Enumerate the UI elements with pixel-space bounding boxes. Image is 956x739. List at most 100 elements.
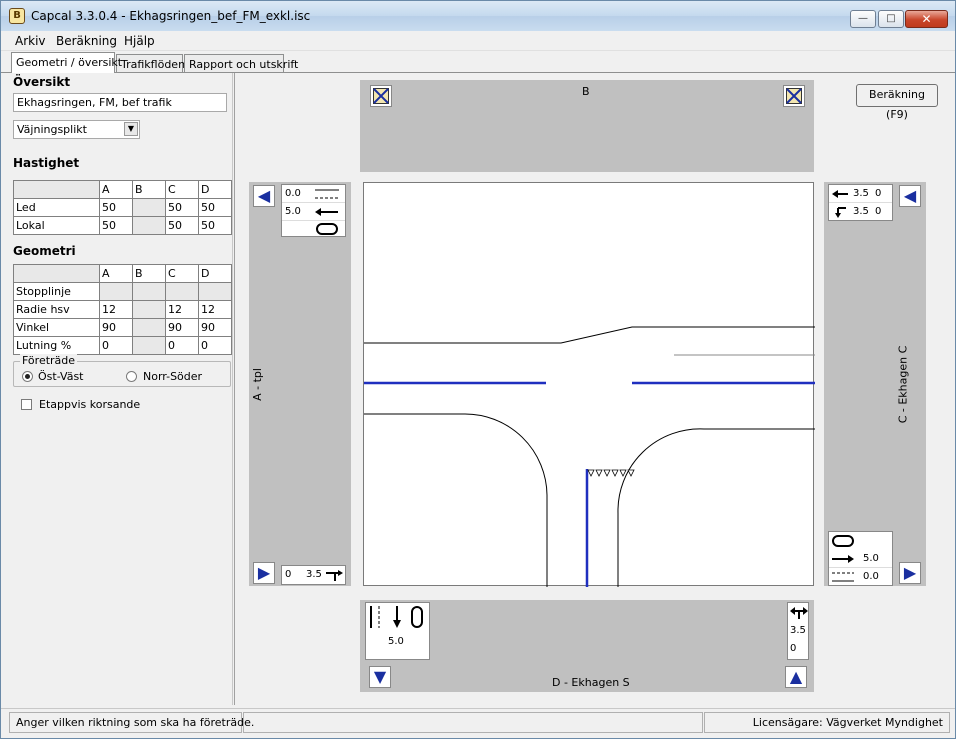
lane-value: 5.0 — [285, 206, 301, 217]
close-button[interactable]: ✕ — [905, 10, 948, 28]
menu-bar: Arkiv Beräkning Hjälp — [1, 31, 955, 51]
priority-label-ost-vast[interactable]: Öst-Väst — [38, 370, 83, 383]
geometry-cell[interactable]: 90 — [165, 318, 199, 337]
menu-arkiv[interactable]: Arkiv — [15, 34, 46, 48]
stepwise-label[interactable]: Etappvis korsande — [39, 398, 140, 411]
lane-value: 0 — [875, 206, 882, 217]
geometry-header-c: C — [165, 264, 199, 283]
table-row: Lokal 50 50 50 — [13, 216, 232, 235]
road-geometry — [364, 326, 815, 587]
lane-value: 0.0 — [285, 188, 301, 199]
arrow-right-icon[interactable]: ▶ — [899, 562, 921, 584]
lane-row: 3.5 0 — [829, 185, 892, 203]
lane-value: 0 — [875, 188, 882, 199]
intersection-drawing[interactable] — [363, 182, 815, 587]
geometry-cell — [132, 336, 166, 355]
lane-row: 3.5 0 — [829, 203, 892, 221]
lane-value: 5.0 — [388, 636, 404, 647]
arrow-down-icon[interactable]: ▼ — [369, 666, 391, 688]
tab-geometri[interactable]: Geometri / översikt — [11, 52, 122, 73]
approach-c-label: C - Ekhagen C — [896, 345, 910, 424]
approach-c-lanes-top[interactable]: 3.5 0 3.5 0 — [828, 184, 893, 221]
speed-cell[interactable]: 50 — [198, 198, 232, 217]
minimize-button[interactable]: — — [850, 10, 876, 28]
menu-hjalp[interactable]: Hjälp — [124, 34, 155, 48]
turn-arrows-icon — [790, 607, 808, 619]
arrow-up-icon[interactable]: ▲ — [785, 666, 807, 688]
priority-radio-norr-soder[interactable] — [126, 371, 137, 382]
arrow-left-icon — [315, 208, 338, 216]
disabled-lane-icon[interactable] — [370, 85, 392, 107]
table-row: Radie hsv 12 12 12 — [13, 300, 232, 319]
approach-b-panel[interactable]: B — [360, 80, 814, 172]
speed-cell[interactable]: 50 — [99, 198, 133, 217]
lane-markings-icon — [315, 189, 339, 199]
arrow-left-icon[interactable]: ◀ — [899, 185, 921, 207]
tab-trafikfloden[interactable]: Trafikflöden — [116, 54, 185, 73]
control-type-select[interactable]: Väjningsplikt ▼ — [13, 120, 140, 139]
left-panel: Översikt Ekhagsringen, FM, bef trafik Vä… — [9, 73, 233, 705]
lane-value: 3.5 — [790, 625, 806, 636]
approach-a-lanes-top[interactable]: 0.0 5.0 — [281, 184, 346, 237]
disabled-lane-icon[interactable] — [783, 85, 805, 107]
geometry-row-label: Vinkel — [13, 318, 100, 337]
app-icon[interactable]: B — [9, 8, 25, 24]
approach-c-lanes-bottom[interactable]: 5.0 0.0 — [828, 531, 893, 586]
approach-a-lanes-bottom[interactable]: 0 3.5 — [281, 565, 346, 585]
chevron-down-icon[interactable]: ▼ — [124, 122, 138, 136]
menu-berakning[interactable]: Beräkning — [56, 34, 117, 48]
calculate-button[interactable]: Beräkning (F9) — [856, 84, 938, 121]
geometry-header-a: A — [99, 264, 133, 283]
speed-row-label: Lokal — [13, 216, 100, 235]
geometry-cell[interactable]: 12 — [99, 300, 133, 319]
turn-left-down-icon — [835, 207, 846, 218]
lane-value: 0.0 — [863, 571, 879, 582]
geometry-cell[interactable]: 90 — [99, 318, 133, 337]
priority-title: Företräde — [20, 354, 78, 367]
geometry-cell[interactable]: 12 — [198, 300, 232, 319]
approach-d-lanes[interactable]: 5.0 — [365, 602, 430, 660]
geometry-cell[interactable]: 0 — [165, 336, 199, 355]
priority-radio-ost-vast[interactable] — [22, 371, 33, 382]
geometry-row-label: Stopplinje — [13, 282, 100, 301]
speed-title: Hastighet — [13, 156, 80, 170]
speed-header-d: D — [198, 180, 232, 199]
lane-row: 5.0 — [829, 550, 892, 568]
lane-value: 3.5 — [853, 188, 869, 199]
maximize-button[interactable]: □ — [878, 10, 904, 28]
geometry-cell — [99, 282, 133, 301]
priority-group: Företräde Öst-Väst Norr-Söder — [13, 354, 231, 387]
geometry-cell[interactable]: 12 — [165, 300, 199, 319]
speed-cell[interactable]: 50 — [198, 216, 232, 235]
stepwise-checkbox[interactable] — [21, 399, 32, 410]
geometry-cell — [132, 318, 166, 337]
approach-d-label: D - Ekhagen S — [552, 676, 630, 689]
priority-label-norr-soder[interactable]: Norr-Söder — [143, 370, 202, 383]
geometry-cell[interactable]: 0 — [99, 336, 133, 355]
speed-cell[interactable]: 50 — [99, 216, 133, 235]
geometry-cell[interactable]: 0 — [198, 336, 232, 355]
approach-d-lanes-right[interactable]: 3.5 0 — [787, 602, 809, 660]
arrow-left-icon[interactable]: ◀ — [253, 185, 275, 207]
speed-cell[interactable]: 50 — [165, 216, 199, 235]
tab-rapport[interactable]: Rapport och utskrift — [184, 54, 298, 73]
approach-a-panel[interactable]: A - tpl — [249, 182, 351, 586]
approach-c-panel[interactable]: C - Ekhagen C — [824, 182, 926, 586]
table-row: Lutning % 0 0 0 — [13, 336, 232, 355]
speed-cell — [132, 198, 166, 217]
geometry-header-d: D — [198, 264, 232, 283]
overview-name-field[interactable]: Ekhagsringen, FM, bef trafik — [13, 93, 227, 112]
geometry-table: A B C D Stopplinje Radie hsv 12 12 12 Vi… — [13, 264, 232, 355]
lane-stadium-icon — [832, 535, 854, 547]
lane-row: 0.0 — [829, 568, 892, 586]
geometry-cell[interactable]: 90 — [198, 318, 232, 337]
speed-cell[interactable]: 50 — [165, 198, 199, 217]
speed-header-corner — [13, 180, 100, 199]
lane-markings-icon — [832, 572, 854, 582]
title-bar[interactable]: B Capcal 3.3.0.4 - Ekhagsringen_bef_FM_e… — [1, 1, 955, 31]
arrow-right-icon[interactable]: ▶ — [253, 562, 275, 584]
geometry-title: Geometri — [13, 244, 76, 258]
table-row: Led 50 50 50 — [13, 198, 232, 217]
approach-a-label: A - tpl — [250, 368, 264, 401]
arrow-right-icon — [832, 555, 854, 563]
